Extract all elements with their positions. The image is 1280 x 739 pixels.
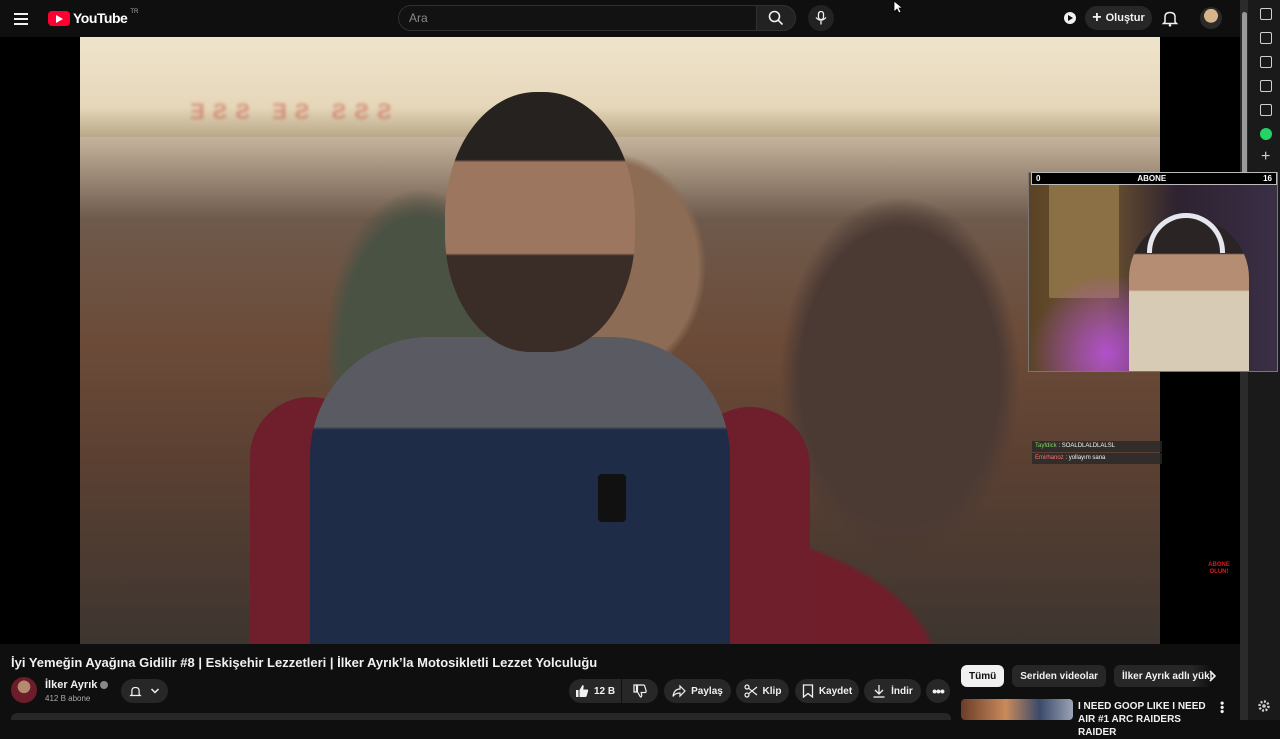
youtube-logo[interactable]: YouTube TR	[48, 9, 139, 26]
channel-name-text[interactable]: İlker Ayrık	[45, 679, 97, 691]
search-input[interactable]	[399, 6, 756, 30]
bookmark-icon	[802, 684, 813, 698]
recommendation-filter-chips: Tümü Seriden videolar İlker Ayrık adlı y…	[961, 665, 1213, 687]
more-actions-button[interactable]: •••	[926, 679, 950, 703]
search-icon	[768, 10, 784, 26]
add-panel-icon[interactable]: +	[1261, 148, 1270, 166]
top-bar: YouTube TR + Oluştur	[0, 0, 1240, 37]
sub-goal-target: 16	[1263, 174, 1272, 183]
chevron-down-icon	[150, 688, 160, 694]
person-head	[445, 92, 635, 352]
recommendation-thumbnail[interactable]	[961, 699, 1073, 720]
chat-username: Emirhanoz	[1035, 455, 1064, 461]
share-label: Paylaş	[691, 685, 723, 697]
sub-goal-label: ABONE	[1137, 174, 1167, 183]
streamer-webcam	[1028, 172, 1278, 372]
headset-icon	[1147, 213, 1225, 253]
chat-message: Tayfdick : SOALDLALDLALSL	[1032, 441, 1162, 452]
recommendation-more-icon[interactable]: •••	[1215, 701, 1229, 714]
save-button[interactable]: Kaydet	[795, 679, 859, 703]
scrollbar-thumb[interactable]	[1242, 12, 1247, 182]
youtube-play-icon	[48, 10, 70, 26]
thumbs-down-icon	[633, 684, 647, 698]
side-panel-extension-icon[interactable]	[1260, 8, 1272, 20]
logo-country-code: TR	[130, 9, 139, 15]
subscriber-goal-bar: 0 ABONE 16	[1031, 172, 1277, 185]
overlay-logo-text: ABONE OLUN!	[1208, 562, 1230, 575]
bell-icon	[129, 686, 142, 696]
download-label: İndir	[891, 685, 913, 697]
chip-all[interactable]: Tümü	[961, 665, 1005, 687]
account-avatar[interactable]	[1200, 7, 1222, 29]
subscriber-count: 412 B abone	[45, 694, 91, 703]
sub-goal-current: 0	[1036, 174, 1041, 183]
channel-avatar[interactable]	[11, 677, 37, 703]
description-box[interactable]	[11, 713, 951, 720]
share-button[interactable]: Paylaş	[664, 679, 731, 703]
studio-icon[interactable]	[1062, 10, 1078, 26]
verified-badge-icon	[100, 681, 109, 690]
download-button[interactable]: İndir	[864, 679, 921, 703]
create-button[interactable]: + Oluştur	[1085, 6, 1152, 30]
lavalier-mic	[598, 474, 626, 522]
microphone-icon	[815, 11, 827, 25]
chip-series-videos[interactable]: Seriden videolar	[1012, 665, 1107, 687]
subscription-notifications-button[interactable]	[121, 679, 168, 703]
download-icon	[873, 685, 885, 698]
scissors-icon	[743, 684, 757, 698]
clip-button[interactable]: Klip	[736, 679, 789, 703]
voice-search-button[interactable]	[808, 5, 834, 31]
search-box	[398, 5, 756, 31]
like-count: 12 B	[593, 685, 616, 697]
chat-username: Tayfdick	[1035, 443, 1057, 449]
search-button[interactable]	[756, 5, 796, 31]
logo-text: YouTube	[73, 10, 128, 26]
whatsapp-icon[interactable]	[1260, 128, 1272, 140]
side-panel-tv-icon[interactable]	[1260, 32, 1272, 44]
share-arrow-icon	[672, 684, 686, 698]
person-vest	[310, 337, 730, 644]
thumbs-up-icon	[575, 685, 589, 697]
chevron-right-icon[interactable]	[1204, 668, 1220, 684]
side-panel-wallet-icon[interactable]	[1260, 56, 1272, 68]
chat-text: : SOALDLALDLALSL	[1058, 443, 1116, 449]
subscribe-overlay-logo: ABONE OLUN!	[1204, 562, 1234, 576]
more-horizontal-icon: •••	[932, 683, 945, 699]
channel-name[interactable]: İlker Ayrık	[45, 679, 109, 691]
mouse-cursor-icon	[893, 0, 903, 14]
save-label: Kaydet	[818, 685, 853, 697]
clip-label: Klip	[762, 685, 782, 697]
dislike-button[interactable]	[622, 679, 658, 703]
chip-uploader[interactable]: İlker Ayrık adlı yükleyi	[1114, 665, 1213, 687]
video-title: İyi Yemeğin Ayağına Gidilir #8 | Eskişeh…	[11, 655, 598, 670]
menu-icon[interactable]	[14, 9, 34, 29]
awning-signage: ƎƧƧ ƎƧ ƧƧƧ	[190, 99, 400, 124]
like-button[interactable]: 12 B	[569, 679, 621, 703]
notifications-bell-icon[interactable]	[1161, 9, 1179, 27]
video-frame[interactable]: ƎƧƧ ƎƧ ƧƧƧ	[80, 37, 1160, 644]
side-panel-reader-icon[interactable]	[1260, 104, 1272, 116]
plus-icon: +	[1092, 9, 1102, 26]
chat-message: Emirhanoz : yollayım sana	[1032, 453, 1162, 464]
side-panel-notes-icon[interactable]	[1260, 80, 1272, 92]
stream-chat: Tayfdick : SOALDLALDLALSL Emirhanoz : yo…	[1032, 441, 1162, 465]
gear-icon[interactable]	[1257, 699, 1271, 713]
create-label: Oluştur	[1105, 12, 1145, 24]
chat-text: : yollayım sana	[1065, 455, 1106, 461]
